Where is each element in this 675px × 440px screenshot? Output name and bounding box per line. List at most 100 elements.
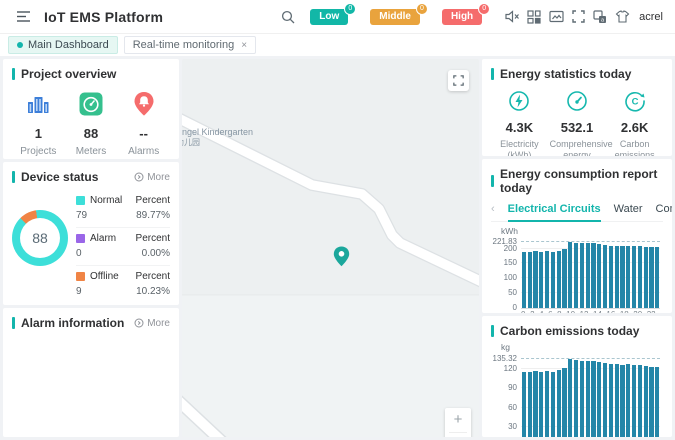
tab-realtime-monitoring[interactable]: Real-time monitoring ×	[124, 36, 256, 54]
bar	[551, 372, 555, 437]
stat-electricity: 4.3K Electricity (kWh)	[491, 89, 548, 156]
report-tab-water[interactable]: Water	[614, 203, 643, 215]
device-status-card: Device status More 88 Normal Percent	[3, 162, 179, 305]
projects-label: Projects	[12, 146, 64, 157]
kg-plot-area: 0306090120135.320246810121416182022	[521, 355, 660, 437]
legend-row-offline: Offline Percent 9 10.23%	[76, 266, 170, 303]
report-tab-compressed-air[interactable]: Compressed air	[656, 203, 672, 215]
projects-value: 1	[12, 126, 64, 141]
bar	[551, 252, 555, 309]
alarm-information-title: Alarm information	[21, 316, 124, 330]
tab-close-icon[interactable]: ×	[241, 40, 247, 51]
bar	[649, 367, 653, 437]
bar	[522, 252, 526, 309]
title-accent-bar	[491, 68, 494, 80]
map-zoom-in-button[interactable]: +	[445, 408, 471, 432]
energy-report-card: Energy consumption report today ‹ Electr…	[482, 159, 672, 313]
energy-statistics-title-row: Energy statistics today	[491, 67, 663, 81]
title-accent-bar	[491, 175, 494, 187]
alarm-information-card: Alarm information More	[3, 308, 179, 437]
search-icon[interactable]	[277, 6, 299, 28]
badge-low-count: 0	[344, 3, 356, 15]
bar	[545, 251, 549, 308]
tabs-prev-chevron-icon[interactable]: ‹	[491, 203, 495, 215]
svg-text:C: C	[631, 97, 638, 108]
bar	[620, 246, 624, 308]
map-zoom-out-button[interactable]: −	[445, 433, 471, 437]
device-status-donut-chart: 88	[12, 210, 68, 266]
report-tab-electrical[interactable]: Electrical Circuits	[508, 203, 601, 215]
more-label: More	[147, 172, 170, 183]
device-status-more-link[interactable]: More	[134, 172, 170, 183]
electricity-label: Electricity (kWh)	[492, 139, 547, 156]
bar	[539, 372, 543, 437]
stat-carbon: C 2.6K Carbon emissions today (kg)	[606, 89, 663, 156]
mute-icon[interactable]	[501, 6, 523, 28]
stat-alarms: -- Alarms	[118, 91, 170, 157]
meter-icon	[65, 91, 117, 117]
qr-code-icon[interactable]	[523, 6, 545, 28]
alarm-count: 0	[76, 248, 82, 259]
bar	[591, 361, 595, 437]
bar	[533, 371, 537, 437]
alarms-label: Alarms	[118, 146, 170, 157]
badge-high[interactable]: High 0	[442, 9, 482, 25]
offline-color-swatch	[76, 272, 85, 281]
screenshot-icon[interactable]	[545, 6, 567, 28]
bar	[632, 246, 636, 308]
bar	[638, 365, 642, 437]
carbon-emissions-card: Carbon emissions today kg 0306090120135.…	[482, 316, 672, 437]
x-tick-label: 22	[647, 310, 656, 313]
normal-count: 79	[76, 210, 87, 221]
map-canvas[interactable]: Angel Kindergarten 幼儿园 + −	[182, 59, 479, 437]
x-tick-label: 12	[580, 310, 589, 313]
fullscreen-icon[interactable]	[567, 6, 589, 28]
alarm-percent: 0.00%	[142, 248, 170, 259]
language-icon[interactable]: a	[589, 6, 611, 28]
x-tick-label: 14	[593, 310, 602, 313]
tab-main-dashboard[interactable]: Main Dashboard	[8, 36, 118, 54]
menu-collapse-icon[interactable]	[12, 6, 34, 28]
alarm-information-more-link[interactable]: More	[134, 318, 170, 329]
x-tick-label	[656, 310, 661, 313]
more-label: More	[147, 318, 170, 329]
kwh-axis-unit: kWh	[501, 226, 518, 236]
badge-middle-label: Middle	[379, 11, 411, 22]
map-pin-icon[interactable]	[333, 246, 350, 270]
project-overview-title-row: Project overview	[12, 67, 170, 81]
map-place-name-zh: 幼儿园	[182, 138, 253, 148]
bar	[597, 244, 601, 308]
bar	[626, 246, 630, 308]
dashboard-content: Project overview 1 Projects 88 Meters	[0, 56, 675, 440]
carbon-emissions-bar-chart: kg 0306090120135.320246810121416182022	[491, 342, 663, 437]
percent-header: Percent	[136, 271, 170, 282]
donut-center-value: 88	[20, 218, 60, 258]
badge-middle[interactable]: Middle 0	[370, 9, 420, 25]
bar	[539, 252, 543, 309]
offline-count: 9	[76, 286, 82, 297]
map-fullscreen-button[interactable]	[448, 70, 469, 91]
map-place-name: Angel Kindergarten	[182, 127, 253, 138]
bar	[655, 367, 659, 437]
active-tab-dot	[17, 42, 23, 48]
y-tick-label: 0	[513, 303, 517, 312]
user-name[interactable]: acrel	[639, 11, 663, 23]
bar	[597, 362, 601, 437]
bar	[603, 363, 607, 437]
normal-name: Normal	[90, 195, 122, 206]
stat-meters: 88 Meters	[65, 91, 117, 157]
energy-stats-row: 4.3K Electricity (kWh) 532.1 Comprehensi…	[491, 89, 663, 156]
gauge-icon	[550, 89, 605, 113]
app-header: IoT EMS Platform Low 0 Middle 0 High 0 a…	[0, 0, 675, 34]
alarm-name: Alarm	[90, 233, 116, 244]
alarm-information-title-row: Alarm information More	[12, 316, 170, 330]
theme-skin-icon[interactable]	[611, 6, 633, 28]
bar	[609, 246, 613, 308]
y-tick-label: 30	[508, 422, 517, 431]
badge-low[interactable]: Low 0	[310, 9, 348, 25]
bar	[591, 243, 595, 308]
badge-high-label: High	[451, 11, 473, 22]
carbon-value: 2.6K	[607, 120, 662, 135]
right-column: Energy statistics today 4.3K Electricity…	[482, 59, 672, 437]
bar	[586, 361, 590, 437]
